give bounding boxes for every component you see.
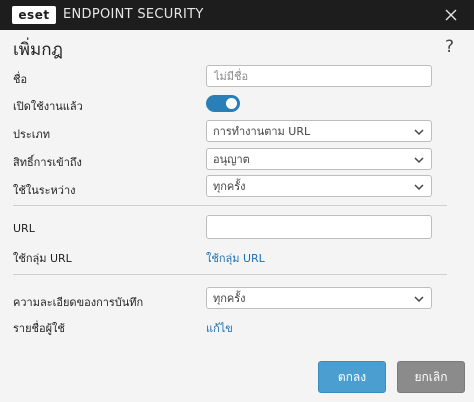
add-rule-window: eset ENDPOINT SECURITY เพิ่มกฎ ? ชื่อ เป… — [0, 0, 474, 402]
ok-button[interactable]: ตกลง — [318, 361, 386, 393]
access-select-value: อนุญาต — [213, 153, 250, 166]
close-icon — [445, 9, 457, 21]
url-group-label: ใช้กลุ่ม URL — [13, 252, 72, 265]
user-list-edit-link[interactable]: แก้ไข — [206, 319, 233, 337]
enabled-toggle[interactable] — [206, 95, 240, 112]
type-label: ประเภท — [13, 128, 51, 141]
access-select[interactable]: อนุญาต — [206, 148, 432, 170]
app-title: ENDPOINT SECURITY — [63, 7, 204, 22]
chevron-down-icon — [414, 296, 424, 303]
dialog-title: เพิ่มกฎ — [13, 40, 63, 60]
name-input[interactable] — [206, 65, 432, 87]
chevron-down-icon — [414, 129, 424, 136]
url-input[interactable] — [206, 215, 432, 239]
eset-logo: eset — [12, 6, 56, 24]
title-bar: eset ENDPOINT SECURITY — [0, 0, 474, 30]
log-severity-select[interactable]: ทุกครั้ง — [206, 287, 432, 309]
log-severity-select-value: ทุกครั้ง — [213, 292, 246, 305]
type-select-value: การทำงานตาม URL — [213, 125, 311, 138]
user-list-label: รายชื่อผู้ใช้ — [13, 322, 65, 335]
close-button[interactable] — [440, 4, 462, 26]
divider — [13, 205, 447, 206]
url-label: URL — [13, 222, 35, 235]
log-severity-label: ความละเอียดของการบันทึก — [13, 296, 144, 309]
schedule-label: ใช้ในระหว่าง — [13, 184, 76, 197]
cancel-button[interactable]: ยกเลิก — [397, 361, 465, 393]
schedule-select-value: ทุกครั้ง — [213, 180, 246, 193]
toggle-knob — [226, 98, 237, 109]
type-select[interactable]: การทำงานตาม URL — [206, 120, 432, 142]
access-label: สิทธิ์การเข้าถึง — [13, 156, 82, 169]
chevron-down-icon — [414, 184, 424, 191]
url-group-link[interactable]: ใช้กลุ่ม URL — [206, 249, 265, 267]
name-label: ชื่อ — [13, 73, 28, 86]
schedule-select[interactable]: ทุกครั้ง — [206, 175, 432, 197]
chevron-down-icon — [414, 157, 424, 164]
enabled-label: เปิดใช้งานแล้ว — [13, 100, 83, 113]
divider — [13, 274, 447, 275]
help-icon[interactable]: ? — [445, 37, 454, 57]
